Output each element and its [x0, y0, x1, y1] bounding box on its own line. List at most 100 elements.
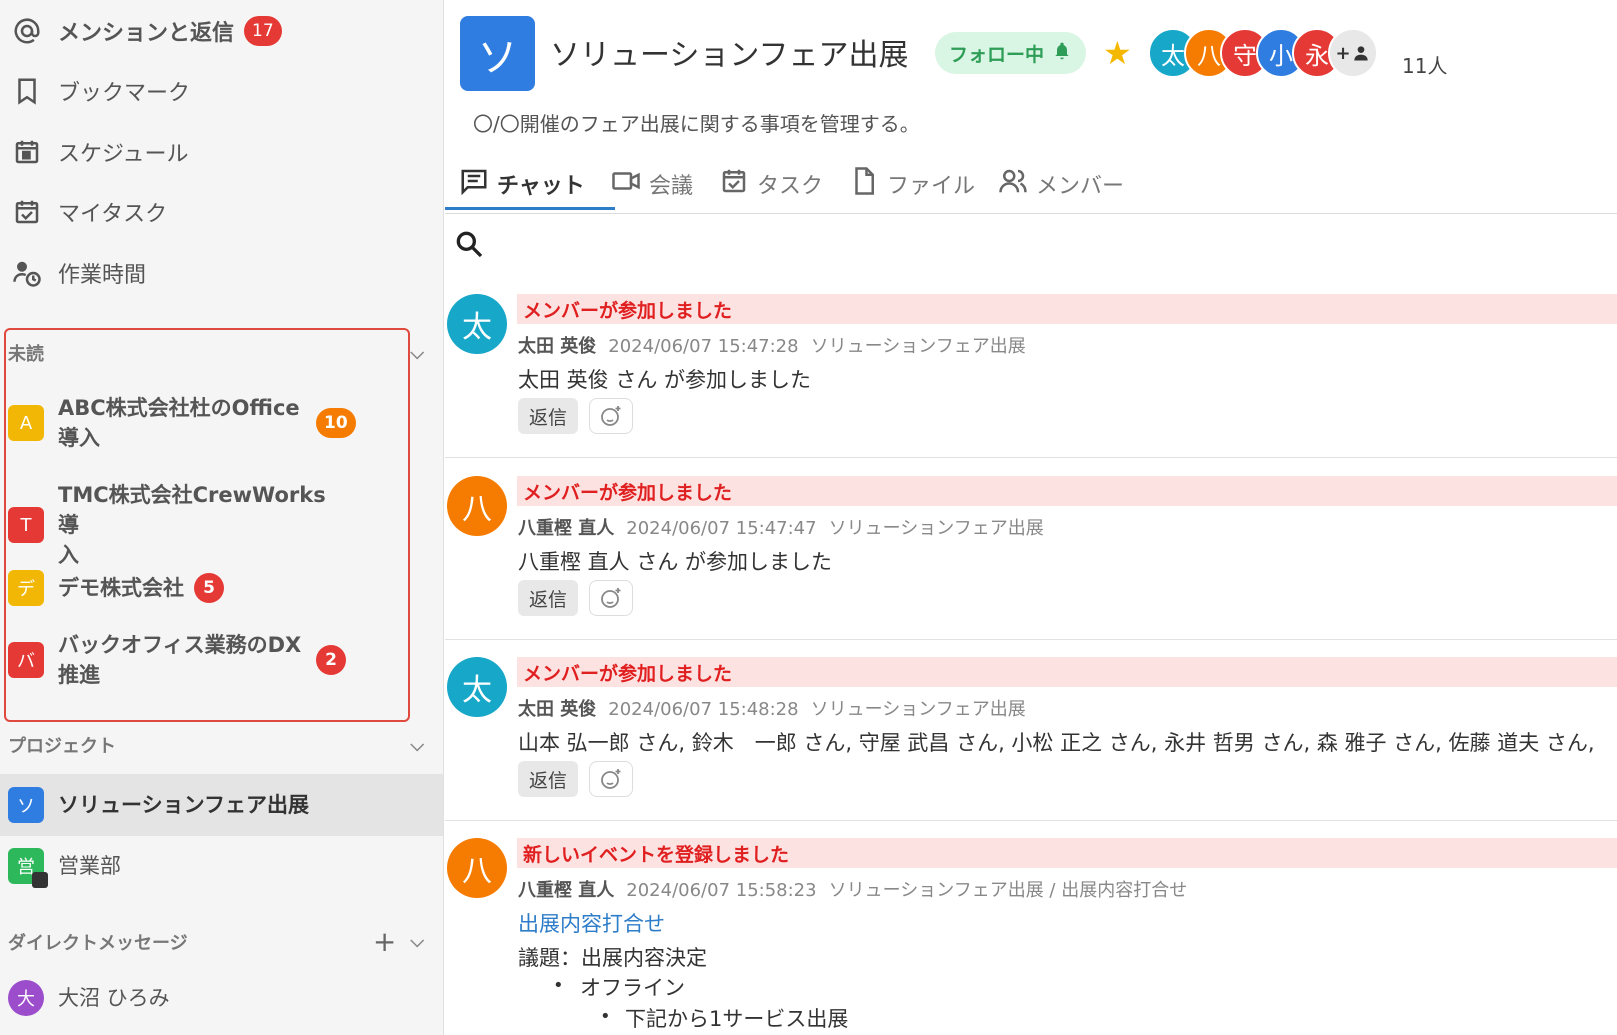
add-dm-plus-icon[interactable]: +: [373, 925, 396, 958]
channel-avatar: バ: [8, 642, 44, 678]
tab-members[interactable]: メンバー: [998, 160, 1124, 208]
nav-worktime[interactable]: 作業時間: [0, 245, 443, 301]
user-avatar: 大: [8, 980, 44, 1016]
reply-button[interactable]: 返信: [518, 761, 578, 797]
user-avatar[interactable]: 八: [447, 476, 507, 536]
tab-meeting[interactable]: 会議: [611, 160, 693, 208]
user-avatar[interactable]: 太: [447, 657, 507, 717]
channel-description: 〇/〇開催のフェア出展に関する事項を管理する。: [473, 112, 920, 136]
person-clock-icon: [10, 256, 44, 290]
unread-item-demo[interactable]: デ デモ株式会社 5: [8, 570, 438, 606]
user-avatar[interactable]: 八: [447, 838, 507, 898]
lock-icon: [32, 872, 48, 888]
file-icon: [849, 166, 879, 202]
search-icon[interactable]: [453, 228, 487, 262]
message-body: 山本 弘一郎 さん, 鈴木 一郎 さん, 守屋 武昌 さん, 小松 正之 さん,…: [518, 731, 1595, 755]
channel-name-line2: 入: [58, 543, 79, 567]
unread-item-abc[interactable]: A ABC株式会社杜のOffice 導入 10: [8, 393, 438, 453]
channel-name-line2: 導入: [58, 426, 100, 450]
message-time: 2024/06/07 15:47:28: [608, 336, 799, 357]
tab-label: チャット: [497, 174, 585, 199]
channel-name-line1: TMC株式会社CrewWorks導: [58, 483, 326, 537]
project-item-solution-fair[interactable]: ソ ソリューションフェア出展: [8, 787, 438, 823]
bell-icon: [1052, 40, 1072, 67]
reply-button[interactable]: 返信: [518, 398, 578, 434]
unread-count-badge: 10: [316, 408, 356, 438]
message-item: 太 メンバーが参加しました 太田 英俊 2024/06/07 15:48:28 ソリ…: [445, 657, 1617, 821]
nav-label: メンションと返信: [58, 21, 235, 46]
star-icon[interactable]: ★: [1103, 34, 1132, 72]
message-channel: ソリューションフェア出展: [810, 336, 1026, 357]
message-channel: ソリューションフェア出展: [828, 518, 1044, 539]
unread-item-backoffice[interactable]: バ バックオフィス業務のDX 推進 2: [8, 630, 438, 690]
message-meta: 八重樫 直人 2024/06/07 15:58:23 ソリューションフェア出展 / …: [518, 876, 1187, 902]
chevron-down-icon[interactable]: ⌵: [410, 343, 436, 364]
nav-schedule[interactable]: スケジュール: [0, 124, 443, 180]
system-banner: メンバーが参加しました: [517, 476, 1617, 506]
chevron-down-icon[interactable]: ⌵: [410, 931, 436, 952]
section-title: ダイレクトメッセージ: [8, 932, 188, 954]
project-item-sales[interactable]: 営 営業部: [8, 848, 438, 888]
add-reaction-icon[interactable]: [589, 761, 633, 797]
user-avatar[interactable]: 太: [447, 294, 507, 354]
dm-item[interactable]: 大 大沼 ひろみ: [8, 980, 438, 1016]
bookmark-icon: [10, 74, 44, 108]
add-reaction-icon[interactable]: [589, 580, 633, 616]
tab-label: 会議: [649, 174, 694, 199]
message-body: 太田 英俊 さん が参加しました: [518, 368, 812, 392]
bullet-icon: •: [600, 1006, 611, 1027]
tab-label: タスク: [757, 174, 824, 199]
section-unread-header[interactable]: 未読 ⌵: [8, 340, 436, 366]
message-author[interactable]: 太田 英俊: [518, 336, 596, 357]
nav-bookmark[interactable]: ブックマーク: [0, 63, 443, 119]
tab-bar: チャット 会議 タスク ファイル メンバー: [445, 150, 1617, 214]
bullet-icon: •: [553, 975, 564, 996]
follow-button[interactable]: フォロー中: [935, 32, 1087, 74]
message-author[interactable]: 八重樫 直人: [518, 880, 614, 901]
video-icon: [611, 166, 641, 202]
channel-name: デモ株式会社: [58, 576, 184, 600]
message-channel: ソリューションフェア出展: [810, 699, 1026, 720]
channel-name: TMC株式会社CrewWorks導 入: [58, 480, 338, 570]
unread-item-tmc[interactable]: T TMC株式会社CrewWorks導 入: [8, 480, 438, 570]
chat-icon: [459, 166, 489, 202]
message-author[interactable]: 太田 英俊: [518, 699, 596, 720]
channel-avatar: デ: [8, 570, 44, 606]
tab-chat[interactable]: チャット: [459, 160, 585, 208]
reply-button[interactable]: 返信: [518, 580, 578, 616]
message-time: 2024/06/07 15:58:23: [626, 880, 817, 901]
main-panel: ソ ソリューションフェア出展 フォロー中 ★ 太 八 守 小 永 + 11人 〇…: [445, 0, 1617, 1035]
channel-title: ソリューションフェア出展: [550, 38, 909, 73]
event-link[interactable]: 出展内容打合せ: [518, 908, 665, 938]
calendar-icon: [10, 135, 44, 169]
channel-avatar: 営: [8, 848, 48, 888]
message-item: 八 メンバーが参加しました 八重樫 直人 2024/06/07 15:47:47 ソ…: [445, 476, 1617, 640]
channel-avatar-large: ソ: [460, 16, 535, 91]
nav-mytask[interactable]: マイタスク: [0, 184, 443, 240]
tab-label: メンバー: [1036, 174, 1125, 199]
system-banner: 新しいイベントを登録しました: [517, 838, 1617, 868]
nav-mentions[interactable]: メンションと返信 17: [0, 3, 443, 59]
member-count[interactable]: 11人: [1402, 50, 1447, 79]
message-body: 八重樫 直人 さん が参加しました: [518, 550, 833, 574]
section-projects-header[interactable]: プロジェクト ⌵: [8, 732, 436, 758]
add-member-icon[interactable]: +: [1328, 28, 1378, 78]
section-dm-header[interactable]: ダイレクトメッセージ + ⌵: [8, 925, 436, 958]
event-agenda: 議題：出展内容決定: [518, 946, 707, 970]
at-icon: [10, 14, 44, 48]
nav-label: スケジュール: [58, 142, 189, 167]
nav-label: マイタスク: [58, 202, 168, 227]
tab-file[interactable]: ファイル: [849, 160, 975, 208]
message-time: 2024/06/07 15:48:28: [608, 699, 799, 720]
chevron-down-icon[interactable]: ⌵: [410, 735, 436, 756]
message-author[interactable]: 八重樫 直人: [518, 518, 614, 539]
unread-count-badge: 2: [316, 645, 346, 675]
message-item: 太 メンバーが参加しました 太田 英俊 2024/06/07 15:47:28 ソリ…: [445, 294, 1617, 458]
mention-count-badge: 17: [244, 16, 282, 46]
add-reaction-icon[interactable]: [589, 398, 633, 434]
system-banner: メンバーが参加しました: [517, 294, 1617, 324]
section-title: 未読: [8, 344, 44, 365]
nav-label: ブックマーク: [58, 81, 191, 106]
channel-avatar: A: [8, 405, 44, 441]
tab-task[interactable]: タスク: [719, 160, 823, 208]
